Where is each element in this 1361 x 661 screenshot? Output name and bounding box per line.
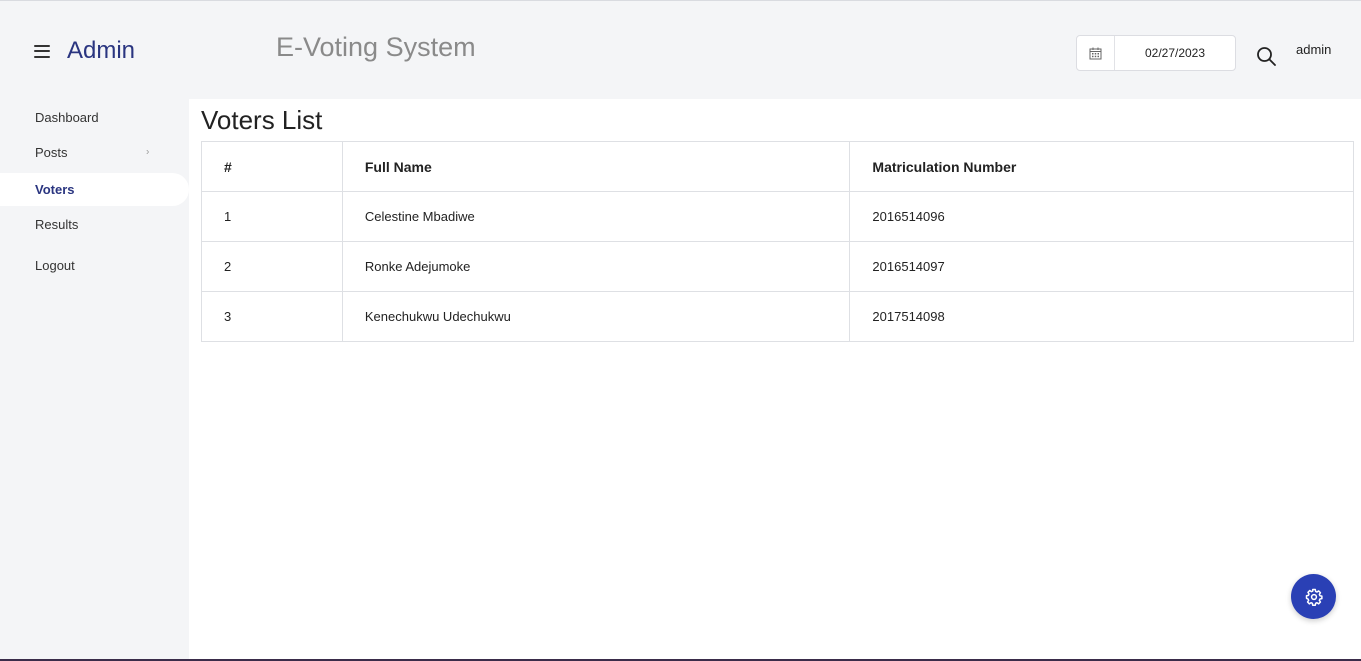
user-menu[interactable]: admin [1296,42,1331,57]
sidebar-item-label: Voters [35,182,75,197]
calendar-icon[interactable] [1077,36,1115,70]
sidebar-item-logout[interactable]: Logout [0,253,189,277]
table-row: 3 Kenechukwu Udechukwu 2017514098 [201,291,1354,342]
column-header-matric-number: Matriculation Number [849,141,1354,192]
voters-table: # Full Name Matriculation Number 1 Celes… [201,141,1354,342]
cell-matric-number: 2017514098 [849,291,1354,342]
sidebar-item-label: Dashboard [35,109,99,125]
cell-number: 1 [201,191,343,242]
cell-full-name: Kenechukwu Udechukwu [341,291,851,342]
cell-full-name: Celestine Mbadiwe [341,191,851,242]
cell-matric-number: 2016514096 [849,191,1354,242]
page-title: Voters List [201,105,323,135]
sidebar-item-dashboard[interactable]: Dashboard [0,105,189,129]
hamburger-icon[interactable] [34,44,50,58]
date-value[interactable]: 02/27/2023 [1115,36,1235,70]
main-content: Voters List # Full Name Matriculation Nu… [189,99,1361,661]
app-title: E-Voting System [276,32,476,62]
sidebar: Dashboard Posts › Voters Results Logout [0,99,189,661]
date-picker[interactable]: 02/27/2023 [1076,35,1236,71]
top-border [0,0,1361,1]
settings-button[interactable] [1291,574,1336,619]
sidebar-item-label: Results [35,216,79,232]
column-header-number: # [201,141,343,192]
table-row: 2 Ronke Adejumoke 2016514097 [201,241,1354,292]
brand: Admin [34,36,135,66]
cell-number: 3 [201,291,343,342]
column-header-full-name: Full Name [341,141,851,192]
sidebar-item-results[interactable]: Results [0,212,189,236]
sidebar-item-label: Logout [35,257,75,273]
cell-matric-number: 2016514097 [849,241,1354,292]
gear-icon [1305,588,1323,606]
brand-name: Admin [67,37,136,64]
cell-full-name: Ronke Adejumoke [341,241,851,292]
search-icon[interactable] [1256,46,1277,67]
chevron-right-icon: › [146,146,150,158]
sidebar-item-label: Posts [35,144,68,160]
table-row: 1 Celestine Mbadiwe 2016514096 [201,191,1354,242]
sidebar-item-posts[interactable]: Posts › [0,140,189,164]
cell-number: 2 [201,241,343,292]
sidebar-item-voters[interactable]: Voters [0,173,189,206]
table-header-row: # Full Name Matriculation Number [201,141,1354,192]
